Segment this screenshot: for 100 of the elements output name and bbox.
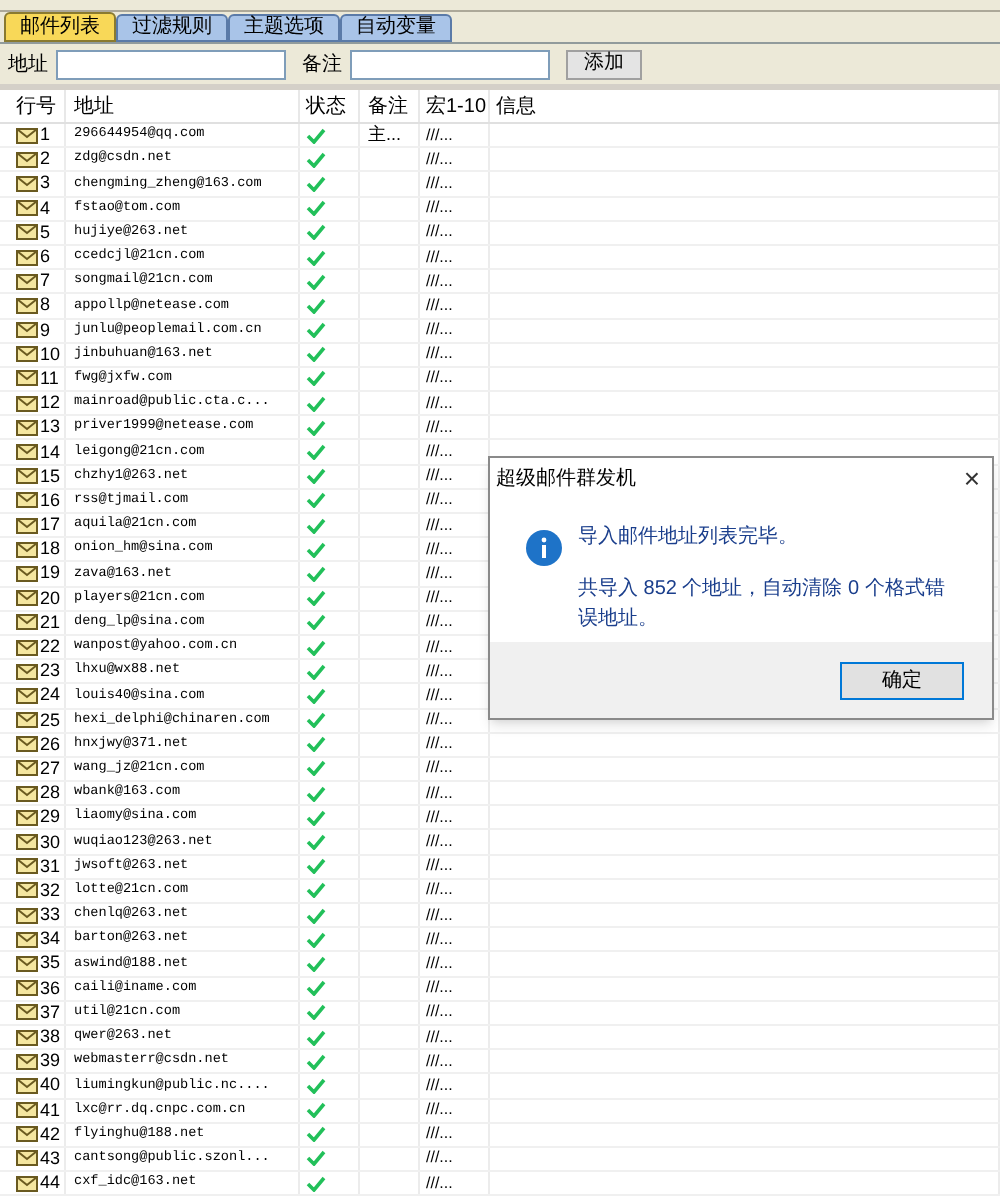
address-label: 地址	[8, 51, 48, 79]
envelope-icon	[16, 249, 38, 266]
macro-text: ///...	[426, 468, 453, 485]
envelope-icon	[16, 663, 38, 680]
row-number: 16	[40, 491, 61, 510]
row-number: 35	[40, 954, 61, 973]
macro-text: ///...	[426, 736, 453, 753]
note-field[interactable]	[350, 49, 550, 79]
row-number: 26	[40, 735, 61, 754]
envelope-icon	[16, 858, 38, 875]
row-number: 8	[40, 296, 51, 315]
macro-text: ///...	[426, 517, 453, 534]
column-header[interactable]: 宏1-10	[420, 90, 490, 122]
row-number: 1	[40, 126, 51, 145]
macro-text: ///...	[426, 639, 453, 656]
envelope-icon	[16, 322, 38, 339]
macro-text: ///...	[426, 322, 453, 339]
ok-button[interactable]: 确定	[840, 661, 964, 699]
row-number: 19	[40, 564, 61, 583]
envelope-icon	[16, 127, 38, 144]
row-number: 29	[40, 808, 61, 827]
row-number: 12	[40, 394, 61, 413]
tab[interactable]: 主题选项	[228, 14, 340, 42]
row-number: 23	[40, 662, 61, 681]
macro-text: ///...	[426, 444, 453, 461]
envelope-icon	[16, 639, 38, 656]
macro-text: ///...	[426, 370, 453, 387]
macro-text: ///...	[426, 127, 453, 144]
macro-text: ///...	[426, 955, 453, 972]
macro-text: ///...	[426, 492, 453, 509]
row-number: 9	[40, 321, 51, 340]
column-header[interactable]: 地址	[66, 90, 300, 122]
envelope-icon	[16, 273, 38, 290]
macro-text: ///...	[426, 1126, 453, 1143]
row-number: 41	[40, 1101, 61, 1120]
row-number: 7	[40, 272, 51, 291]
macro-text: ///...	[426, 834, 453, 851]
envelope-icon	[16, 468, 38, 485]
close-button[interactable]: ×	[957, 464, 986, 492]
envelope-icon	[16, 1102, 38, 1119]
tab[interactable]: 过滤规则	[116, 14, 228, 42]
macro-text: ///...	[426, 1029, 453, 1046]
macro-text: ///...	[426, 614, 453, 631]
row-number: 2	[40, 150, 51, 169]
macro-text: ///...	[426, 712, 453, 729]
envelope-icon	[16, 297, 38, 314]
column-header[interactable]: 备注	[360, 90, 420, 122]
macro-text: ///...	[426, 1053, 453, 1070]
row-number: 38	[40, 1028, 61, 1047]
macro-text: ///...	[426, 1150, 453, 1167]
add-button[interactable]: 添加	[566, 49, 642, 79]
macro-text: ///...	[426, 273, 453, 290]
row-number: 43	[40, 1149, 61, 1168]
macro-text: ///...	[426, 1175, 453, 1192]
envelope-icon	[16, 785, 38, 802]
dialog-detail: 共导入 852 个地址，自动清除 0 个格式错误地址。	[578, 575, 947, 634]
column-header[interactable]: 状态	[300, 90, 360, 122]
envelope-icon	[16, 175, 38, 192]
row-number: 33	[40, 906, 61, 925]
macro-text: ///...	[426, 980, 453, 997]
column-header[interactable]: 信息	[490, 90, 1000, 122]
macro-text: ///...	[426, 882, 453, 899]
envelope-icon	[16, 517, 38, 534]
row-number: 11	[40, 369, 59, 388]
envelope-icon	[16, 931, 38, 948]
envelope-icon	[16, 444, 38, 461]
envelope-icon	[16, 614, 38, 631]
envelope-icon	[16, 760, 38, 777]
envelope-icon	[16, 419, 38, 436]
row-number: 40	[40, 1076, 61, 1095]
row-number: 14	[40, 443, 61, 462]
row-number: 30	[40, 833, 61, 852]
row-number: 28	[40, 784, 61, 803]
envelope-icon	[16, 1004, 38, 1021]
envelope-icon	[16, 346, 38, 363]
tab[interactable]: 自动变量	[340, 14, 452, 42]
macro-text: ///...	[426, 663, 453, 680]
macro-text: ///...	[426, 1004, 453, 1021]
row-number: 22	[40, 638, 61, 657]
address-field[interactable]	[56, 49, 286, 79]
row-number: 17	[40, 516, 61, 535]
macro-text: ///...	[426, 858, 453, 875]
tab[interactable]: 邮件列表	[4, 12, 116, 42]
envelope-icon	[16, 687, 38, 704]
macro-text: ///...	[426, 931, 453, 948]
envelope-icon	[16, 809, 38, 826]
macro-text: ///...	[426, 200, 453, 217]
macro-text: ///...	[426, 590, 453, 607]
row-number: 3	[40, 174, 51, 193]
row-number: 39	[40, 1052, 61, 1071]
row-number: 21	[40, 613, 61, 632]
row-number: 10	[40, 345, 61, 364]
row-number: 31	[40, 857, 61, 876]
row-number: 18	[40, 540, 61, 559]
macro-text: ///...	[426, 395, 453, 412]
envelope-icon	[16, 834, 38, 851]
macro-text: ///...	[426, 687, 453, 704]
macro-text: ///...	[426, 297, 453, 314]
column-header[interactable]: 行号	[0, 90, 66, 122]
row-number: 27	[40, 759, 61, 778]
